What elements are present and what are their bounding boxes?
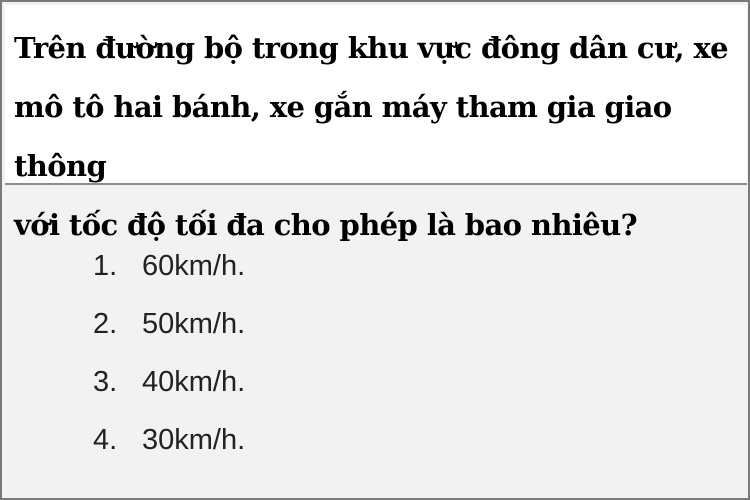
answer-label: 30km/h. bbox=[142, 424, 246, 456]
answer-option-1[interactable]: 1. 60km/h. bbox=[2, 242, 742, 300]
answer-label: 40km/h. bbox=[142, 366, 246, 398]
answer-option-4[interactable]: 4. 30km/h. bbox=[2, 416, 742, 474]
question-text: Trên đường bộ trong khu vực đông dân cư,… bbox=[14, 31, 729, 242]
answer-number: 4. bbox=[93, 424, 118, 456]
question-panel: Trên đường bộ trong khu vực đông dân cư,… bbox=[5, 5, 747, 242]
answer-option-3[interactable]: 3. 40km/h. bbox=[2, 358, 742, 416]
answer-number: 3. bbox=[93, 366, 118, 398]
answer-option-2[interactable]: 2. 50km/h. bbox=[2, 300, 742, 358]
answer-number: 2. bbox=[93, 308, 118, 340]
answer-label: 60km/h. bbox=[142, 250, 246, 282]
answer-label: 50km/h. bbox=[142, 308, 246, 340]
answer-list: 1. 60km/h. 2. 50km/h. 3. 40km/h. 4. 30km… bbox=[2, 242, 742, 474]
quiz-card: Trên đường bộ trong khu vực đông dân cư,… bbox=[0, 0, 750, 500]
answer-number: 1. bbox=[93, 250, 118, 282]
